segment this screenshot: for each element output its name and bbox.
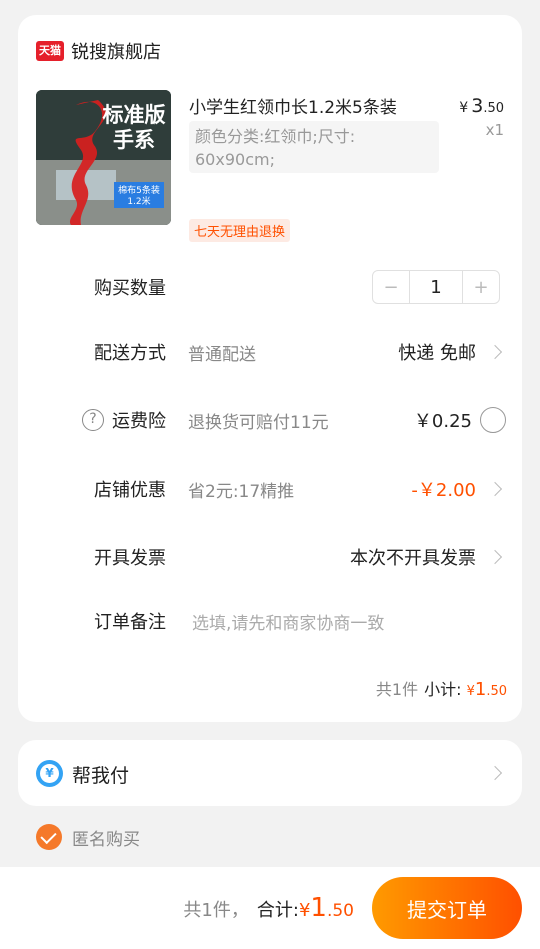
sku-selection[interactable]: 颜色分类:红领巾;尺寸: 60x90cm; — [189, 121, 439, 173]
invoice-value: 本次不开具发票 — [350, 548, 476, 569]
order-confirm-page: 天猫 锐搜旗舰店 标准版 手系 棉布5条装 1.2米 小学生红领巾长1.2米5条… — [0, 0, 540, 949]
product-title[interactable]: 小学生红领巾长1.2米5条装 — [189, 93, 397, 118]
product-image[interactable]: 标准版 手系 棉布5条装 1.2米 — [36, 90, 171, 225]
submit-order-button[interactable]: 提交订单 — [372, 877, 522, 939]
order-card: 天猫 锐搜旗舰店 标准版 手系 棉布5条装 1.2米 小学生红领巾长1.2米5条… — [18, 15, 522, 722]
tmall-logo-icon: 天猫 — [36, 41, 64, 61]
insurance-row: ? 运费险 退换货可赔付11元 ￥0.25 — [18, 400, 522, 440]
quantity-value[interactable]: 1 — [409, 271, 463, 303]
image-text-main2: 手系 — [113, 128, 155, 152]
chevron-right-icon — [490, 550, 504, 564]
subtotal-currency: ¥ — [466, 684, 475, 699]
invoice-label: 开具发票 — [94, 548, 166, 569]
quantity-label: 购买数量 — [94, 278, 166, 299]
checkmark-icon[interactable] — [36, 824, 62, 850]
shop-header[interactable]: 天猫 锐搜旗舰店 — [36, 39, 161, 63]
chevron-right-icon — [490, 482, 504, 496]
subtotal-dec: .50 — [486, 684, 507, 699]
total-currency: ¥ — [298, 900, 311, 921]
image-text-sub1: 棉布5条装 — [118, 184, 160, 196]
chevron-right-icon — [490, 345, 504, 359]
image-text-main1: 标准版 — [103, 103, 166, 127]
coupon-sub: 省2元:17精推 — [188, 481, 295, 502]
delivery-row[interactable]: 配送方式 普通配送 快递 免邮 — [18, 332, 522, 372]
total-count: 共1件， — [183, 900, 249, 921]
plus-button[interactable]: + — [463, 271, 499, 303]
price-int: 3 — [471, 95, 484, 117]
subtotal-int: 1 — [474, 679, 487, 700]
subtotal-count: 共1件 — [375, 680, 419, 699]
yuan-glyph: ¥ — [40, 764, 59, 783]
insurance-label: 运费险 — [112, 411, 166, 432]
note-label: 订单备注 — [94, 612, 166, 633]
sku-line-2: 60x90cm; — [195, 150, 275, 169]
shop-name: 锐搜旗舰店 — [71, 42, 161, 63]
price-dec: .50 — [483, 101, 504, 116]
help-icon[interactable]: ? — [82, 409, 104, 431]
coupon-label: 店铺优惠 — [94, 480, 166, 501]
total-int: 1 — [310, 893, 327, 923]
pay-for-me-row[interactable]: ¥ 帮我付 — [18, 740, 522, 806]
yuan-coin-icon: ¥ — [36, 760, 63, 787]
coupon-row[interactable]: 店铺优惠 省2元:17精推 -￥2.00 — [18, 469, 522, 509]
quantity-stepper[interactable]: − 1 + — [372, 270, 500, 304]
pay-for-me-label: 帮我付 — [72, 765, 130, 787]
subtotal-amount: ¥1.50 — [467, 679, 507, 700]
total-label: 合计: — [256, 900, 299, 921]
anonymous-label: 匿名购买 — [72, 829, 140, 850]
anonymous-purchase[interactable]: 匿名购买 — [36, 824, 140, 850]
total-amount: 1.50 — [310, 893, 354, 923]
coupon-value: -￥2.00 — [411, 480, 476, 501]
sku-line-1: 颜色分类:红领巾;尺寸: — [195, 127, 356, 146]
insurance-radio[interactable] — [480, 407, 506, 433]
insurance-price: ￥0.25 — [413, 411, 472, 432]
delivery-sub: 普通配送 — [188, 344, 256, 365]
chevron-right-icon — [490, 766, 504, 780]
price-currency: ¥ — [459, 100, 469, 116]
product-quantity: x1 — [485, 121, 504, 139]
total: 共1件， 合计:¥1.50 — [183, 893, 354, 923]
product-price: ¥3.50 — [459, 95, 504, 117]
image-text-sub2: 1.2米 — [127, 195, 150, 207]
delivery-label: 配送方式 — [94, 343, 166, 364]
delivery-value: 快递 免邮 — [398, 343, 476, 364]
subtotal-label: 小计: — [424, 680, 462, 699]
checkout-bar: 共1件， 合计:¥1.50 提交订单 — [0, 867, 540, 949]
return-policy-badge: 七天无理由退换 — [189, 219, 291, 242]
total-dec: .50 — [326, 901, 354, 921]
insurance-sub: 退换货可赔付11元 — [188, 412, 329, 433]
subtotal: 共1件 小计: ¥1.50 — [376, 676, 507, 700]
note-input[interactable]: 选填,请先和商家协商一致 — [192, 609, 384, 634]
invoice-row[interactable]: 开具发票 本次不开具发票 — [18, 537, 522, 577]
note-row: 订单备注 选填,请先和商家协商一致 — [18, 601, 522, 641]
minus-button[interactable]: − — [373, 271, 409, 303]
